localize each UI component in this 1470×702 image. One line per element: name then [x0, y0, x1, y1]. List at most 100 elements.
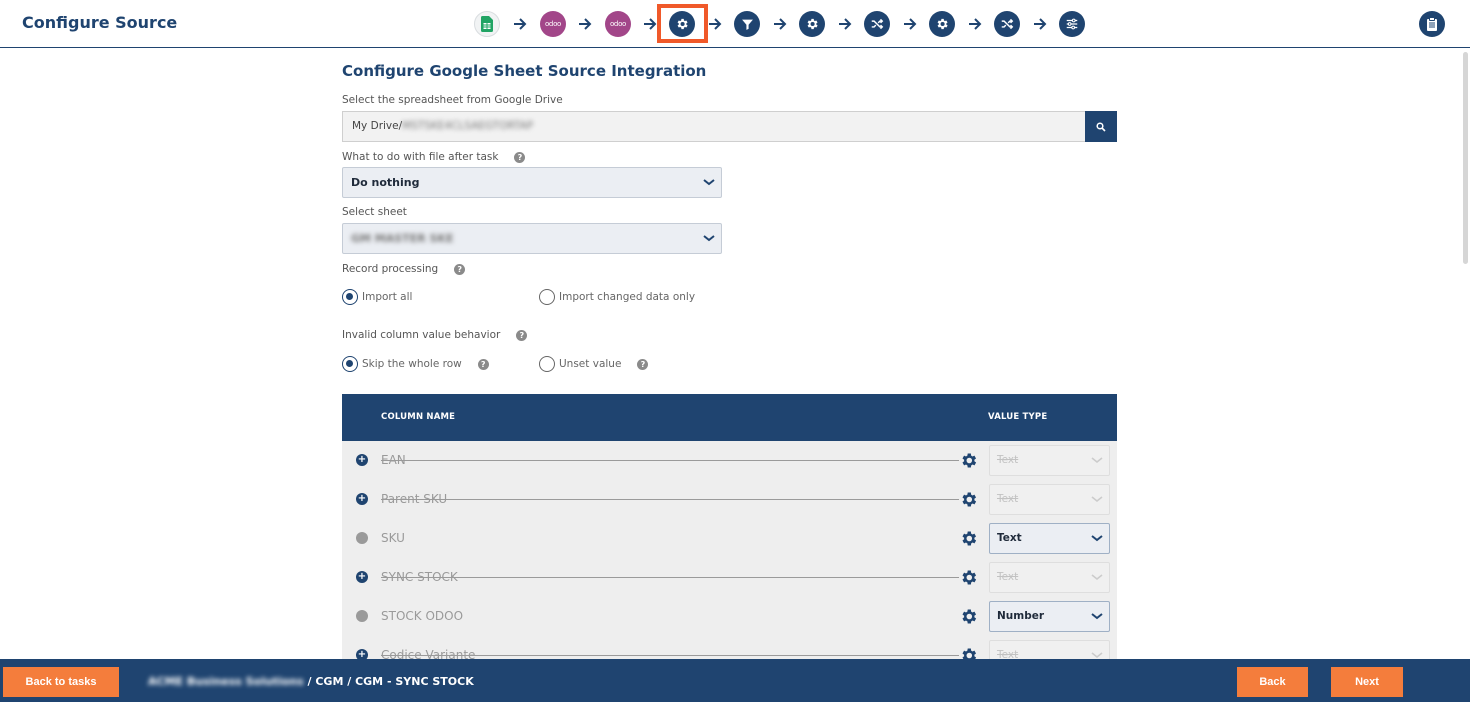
arrow-right-icon: [969, 18, 982, 30]
shuffle-icon: [1001, 18, 1014, 30]
record-processing-label: Record processing?: [342, 263, 466, 275]
strikethrough-line: [381, 577, 959, 578]
form-title: Configure Google Sheet Source Integratio…: [342, 62, 707, 80]
help-icon[interactable]: ?: [516, 329, 528, 341]
radio-indicator: [539, 289, 555, 305]
gear-icon: [677, 18, 688, 30]
value-type-select: Text: [989, 484, 1110, 515]
value-type-select[interactable]: Number: [989, 601, 1110, 632]
breadcrumb-blurred: ACME Business Solutions: [148, 675, 304, 688]
radio-import-all[interactable]: Import all: [342, 289, 412, 305]
disabled-circle-icon[interactable]: [356, 610, 368, 622]
table-header: COLUMN NAME VALUE TYPE: [342, 394, 1117, 441]
plus-circle-icon[interactable]: +: [356, 571, 368, 583]
clipboard-icon: [1427, 17, 1437, 31]
table-row: + SYNC STOCK Text: [342, 558, 1117, 597]
plus-circle-icon[interactable]: +: [356, 493, 368, 505]
next-button[interactable]: Next: [1331, 667, 1403, 697]
arrow-right-icon: [839, 18, 852, 30]
google-sheets-icon: [481, 16, 493, 32]
drive-path-input[interactable]: My Drive/MSTSKE4CLSAEGTORTAP: [342, 111, 1086, 142]
help-icon[interactable]: ?: [637, 358, 649, 370]
radio-indicator: [342, 356, 358, 372]
table-row: + Parent SKU Text: [342, 480, 1117, 519]
chevron-down-icon: [1091, 535, 1103, 542]
bottom-bar: Back to tasks ACME Business Solutions / …: [0, 659, 1470, 702]
chevron-down-icon: [703, 235, 715, 242]
search-button[interactable]: [1085, 111, 1117, 142]
odoo-logo: odoo: [544, 20, 562, 28]
strikethrough-line: [381, 655, 959, 656]
odoo-logo: odoo: [609, 20, 627, 28]
page-title: Configure Source: [22, 13, 178, 32]
radio-indicator: [539, 356, 555, 372]
disabled-circle-icon[interactable]: [356, 532, 368, 544]
back-button[interactable]: Back: [1237, 667, 1308, 697]
value-type-select: Text: [989, 562, 1110, 593]
mapping-step[interactable]: [1059, 11, 1085, 37]
chevron-down-icon: [1091, 574, 1103, 581]
drive-path-blurred: MSTSKE4CLSAEGTORTAP: [402, 120, 534, 132]
invalid-value-label: Invalid column value behavior?: [342, 329, 528, 341]
google-sheets-step[interactable]: [474, 11, 500, 37]
strikethrough-line: [381, 460, 959, 461]
value-type-select: Text: [989, 445, 1110, 476]
after-task-select[interactable]: Do nothing: [342, 167, 722, 198]
settings-step-1[interactable]: [799, 11, 825, 37]
shuffle-step-2[interactable]: [994, 11, 1020, 37]
gear-icon[interactable]: [959, 529, 978, 548]
chevron-down-icon: [703, 179, 715, 186]
radio-skip-row[interactable]: Skip the whole row?: [342, 356, 489, 372]
filter-icon: [741, 19, 753, 30]
odoo-step-1[interactable]: odoo: [540, 11, 566, 37]
search-icon: [1096, 121, 1106, 132]
breadcrumb: ACME Business Solutions / CGM / CGM - SY…: [148, 675, 474, 688]
help-icon[interactable]: ?: [477, 358, 489, 370]
gear-icon[interactable]: [959, 451, 978, 470]
sheet-select[interactable]: GM MASTER SKE: [342, 223, 722, 254]
arrow-right-icon: [904, 18, 917, 30]
table-row: + EAN Text: [342, 441, 1117, 480]
shuffle-step-1[interactable]: [864, 11, 890, 37]
drive-path-prefix: My Drive/: [352, 120, 403, 132]
plus-circle-icon[interactable]: +: [356, 454, 368, 466]
filter-step[interactable]: [734, 11, 760, 37]
shuffle-icon: [871, 18, 884, 30]
arrow-right-icon: [579, 18, 592, 30]
value-type-select[interactable]: Text: [989, 523, 1110, 554]
odoo-step-2[interactable]: odoo: [605, 11, 631, 37]
after-task-label: What to do with file after task?: [342, 151, 526, 163]
settings-step-2[interactable]: [929, 11, 955, 37]
radio-indicator: [342, 289, 358, 305]
chevron-down-icon: [1091, 457, 1103, 464]
table-row: + Codice Variante Text: [342, 636, 1117, 660]
arrow-right-icon: [644, 18, 657, 30]
after-task-value: Do nothing: [351, 176, 420, 189]
chevron-down-icon: [1091, 496, 1103, 503]
clipboard-button[interactable]: [1419, 11, 1445, 37]
arrow-right-icon: [709, 18, 722, 30]
column-name: STOCK ODOO: [381, 609, 464, 623]
table-row: SKU Text: [342, 519, 1117, 558]
column-name-header: COLUMN NAME: [381, 412, 456, 422]
back-to-tasks-button[interactable]: Back to tasks: [3, 667, 119, 697]
strikethrough-line: [381, 499, 959, 500]
radio-import-changed[interactable]: Import changed data only: [539, 289, 695, 305]
gear-icon[interactable]: [959, 607, 978, 626]
column-name: SKU: [381, 531, 405, 545]
arrow-right-icon: [1034, 18, 1047, 30]
column-mapping-table: COLUMN NAME VALUE TYPE + EAN Text + Pare…: [342, 394, 1117, 660]
help-icon[interactable]: ?: [514, 151, 526, 163]
drive-label: Select the spreadsheet from Google Drive: [342, 94, 563, 106]
gear-icon[interactable]: [959, 568, 978, 587]
gear-icon: [937, 18, 948, 30]
gear-icon[interactable]: [959, 490, 978, 509]
help-icon[interactable]: ?: [454, 263, 466, 275]
breadcrumb-path: / CGM / CGM - SYNC STOCK: [303, 675, 474, 688]
value-type-select: Text: [989, 640, 1110, 660]
configure-source-step[interactable]: [669, 11, 695, 37]
radio-unset-value[interactable]: Unset value?: [539, 356, 649, 372]
vertical-scrollbar[interactable]: [1463, 52, 1468, 264]
gear-icon[interactable]: [959, 646, 978, 660]
chevron-down-icon: [1091, 613, 1103, 620]
